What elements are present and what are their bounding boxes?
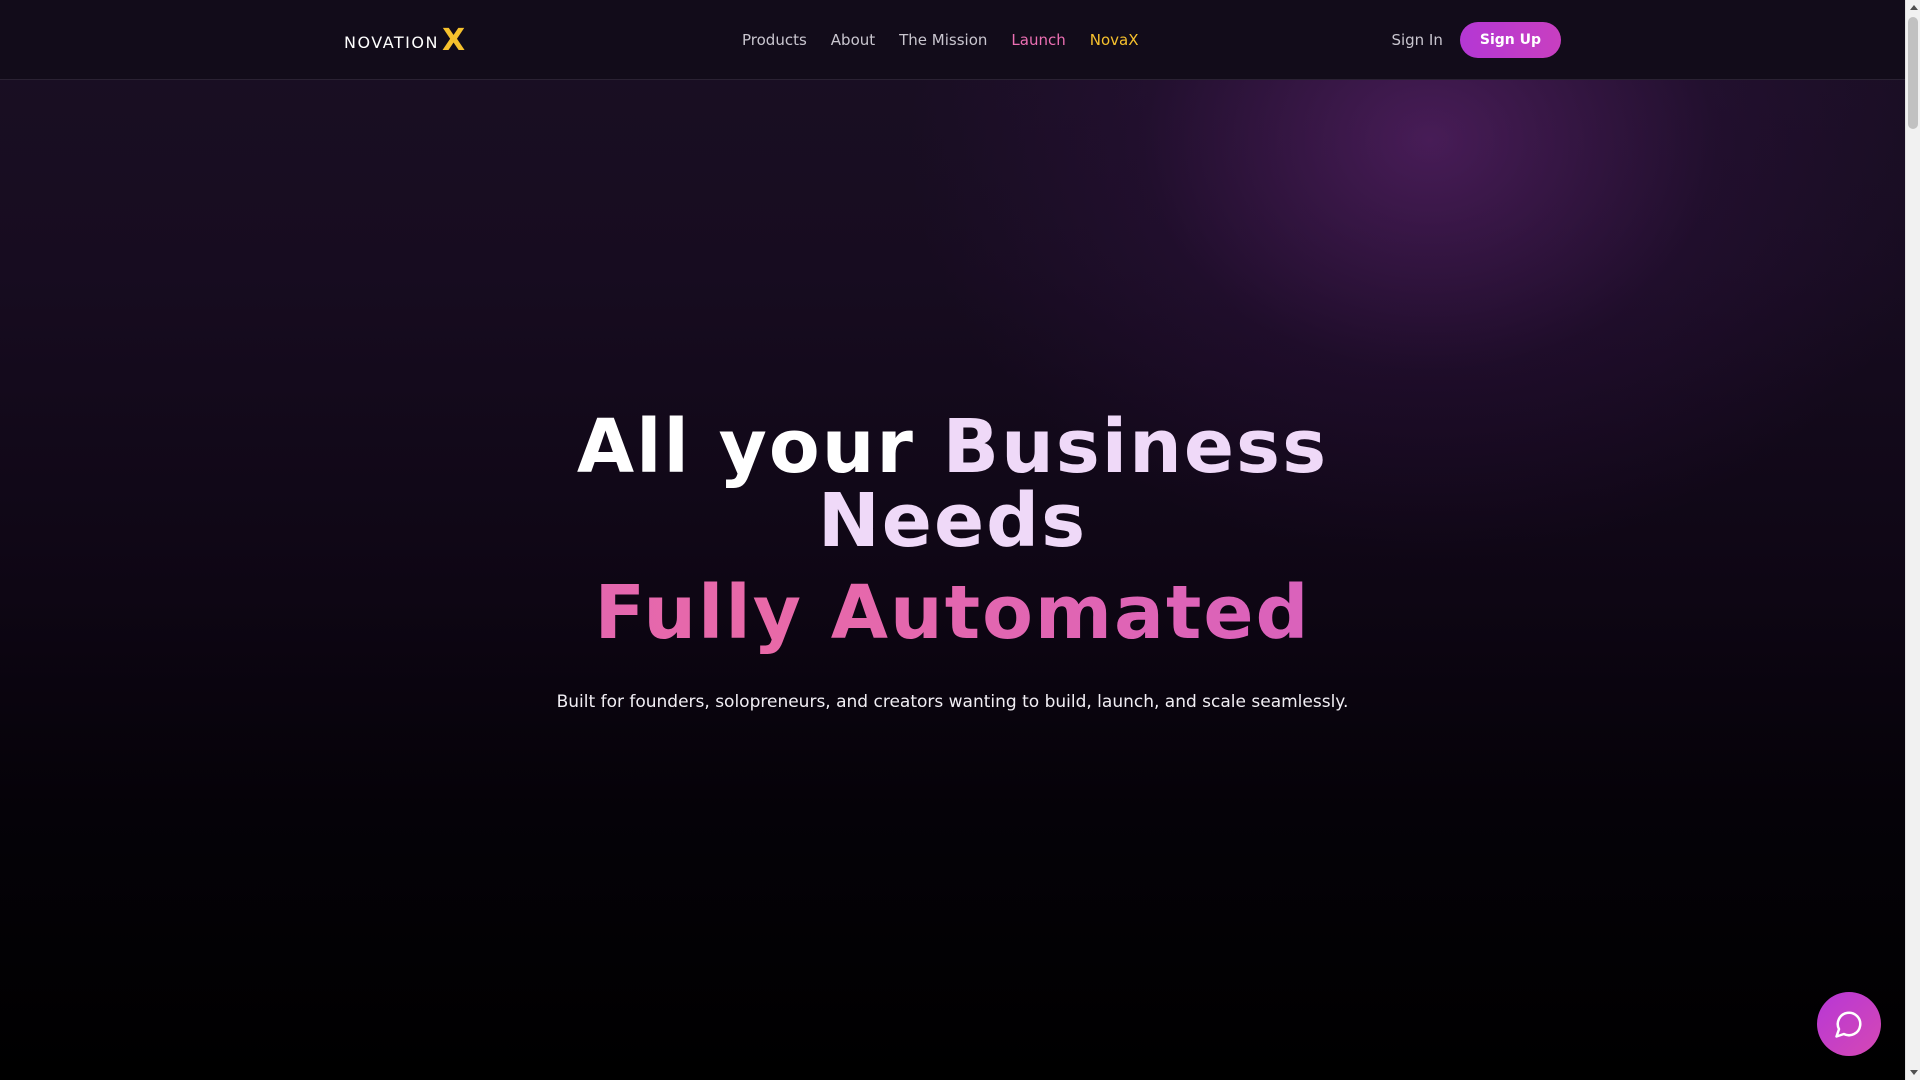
hero-section: All your Business Needs Fully Automated … [0, 410, 1905, 712]
hero-title-line-2: Needs [0, 484, 1905, 558]
scroll-up-arrow-icon[interactable] [1906, 0, 1920, 15]
page: NOVATION X Products About The Mission La… [0, 0, 1920, 1080]
hero-title-line-1: All your Business [0, 410, 1905, 484]
nav-link-novax[interactable]: NovaX [1090, 31, 1139, 49]
main-content: NOVATION X Products About The Mission La… [0, 0, 1905, 1080]
sign-in-link[interactable]: Sign In [1391, 31, 1442, 49]
hero-title-word: All [576, 404, 691, 490]
scrollbar-thumb[interactable] [1908, 17, 1918, 129]
nav-links: Products About The Mission Launch NovaX [742, 0, 1138, 80]
nav-link-the-mission[interactable]: The Mission [899, 31, 987, 49]
page-scrollbar[interactable] [1905, 0, 1920, 1080]
hero-description: Built for founders, solopreneurs, and cr… [556, 692, 1349, 712]
chat-bubble-icon [1835, 1011, 1862, 1038]
brand-logo[interactable]: NOVATION X [344, 23, 466, 58]
sign-up-button[interactable]: Sign Up [1459, 22, 1561, 58]
nav-link-products[interactable]: Products [742, 31, 807, 49]
hero-subtitle: Fully Automated [0, 570, 1905, 656]
scroll-down-arrow-icon[interactable] [1906, 1065, 1920, 1080]
hero-title: All your Business Needs [0, 410, 1905, 558]
brand-logo-text: NOVATION [344, 33, 439, 52]
hero-title-word: Needs [817, 478, 1088, 564]
top-navbar: NOVATION X Products About The Mission La… [0, 0, 1905, 80]
auth-actions: Sign In Sign Up [1391, 22, 1561, 58]
chat-button[interactable] [1817, 992, 1881, 1056]
nav-link-about[interactable]: About [831, 31, 875, 49]
nav-link-launch[interactable]: Launch [1011, 31, 1065, 49]
brand-logo-x: X [441, 23, 466, 58]
